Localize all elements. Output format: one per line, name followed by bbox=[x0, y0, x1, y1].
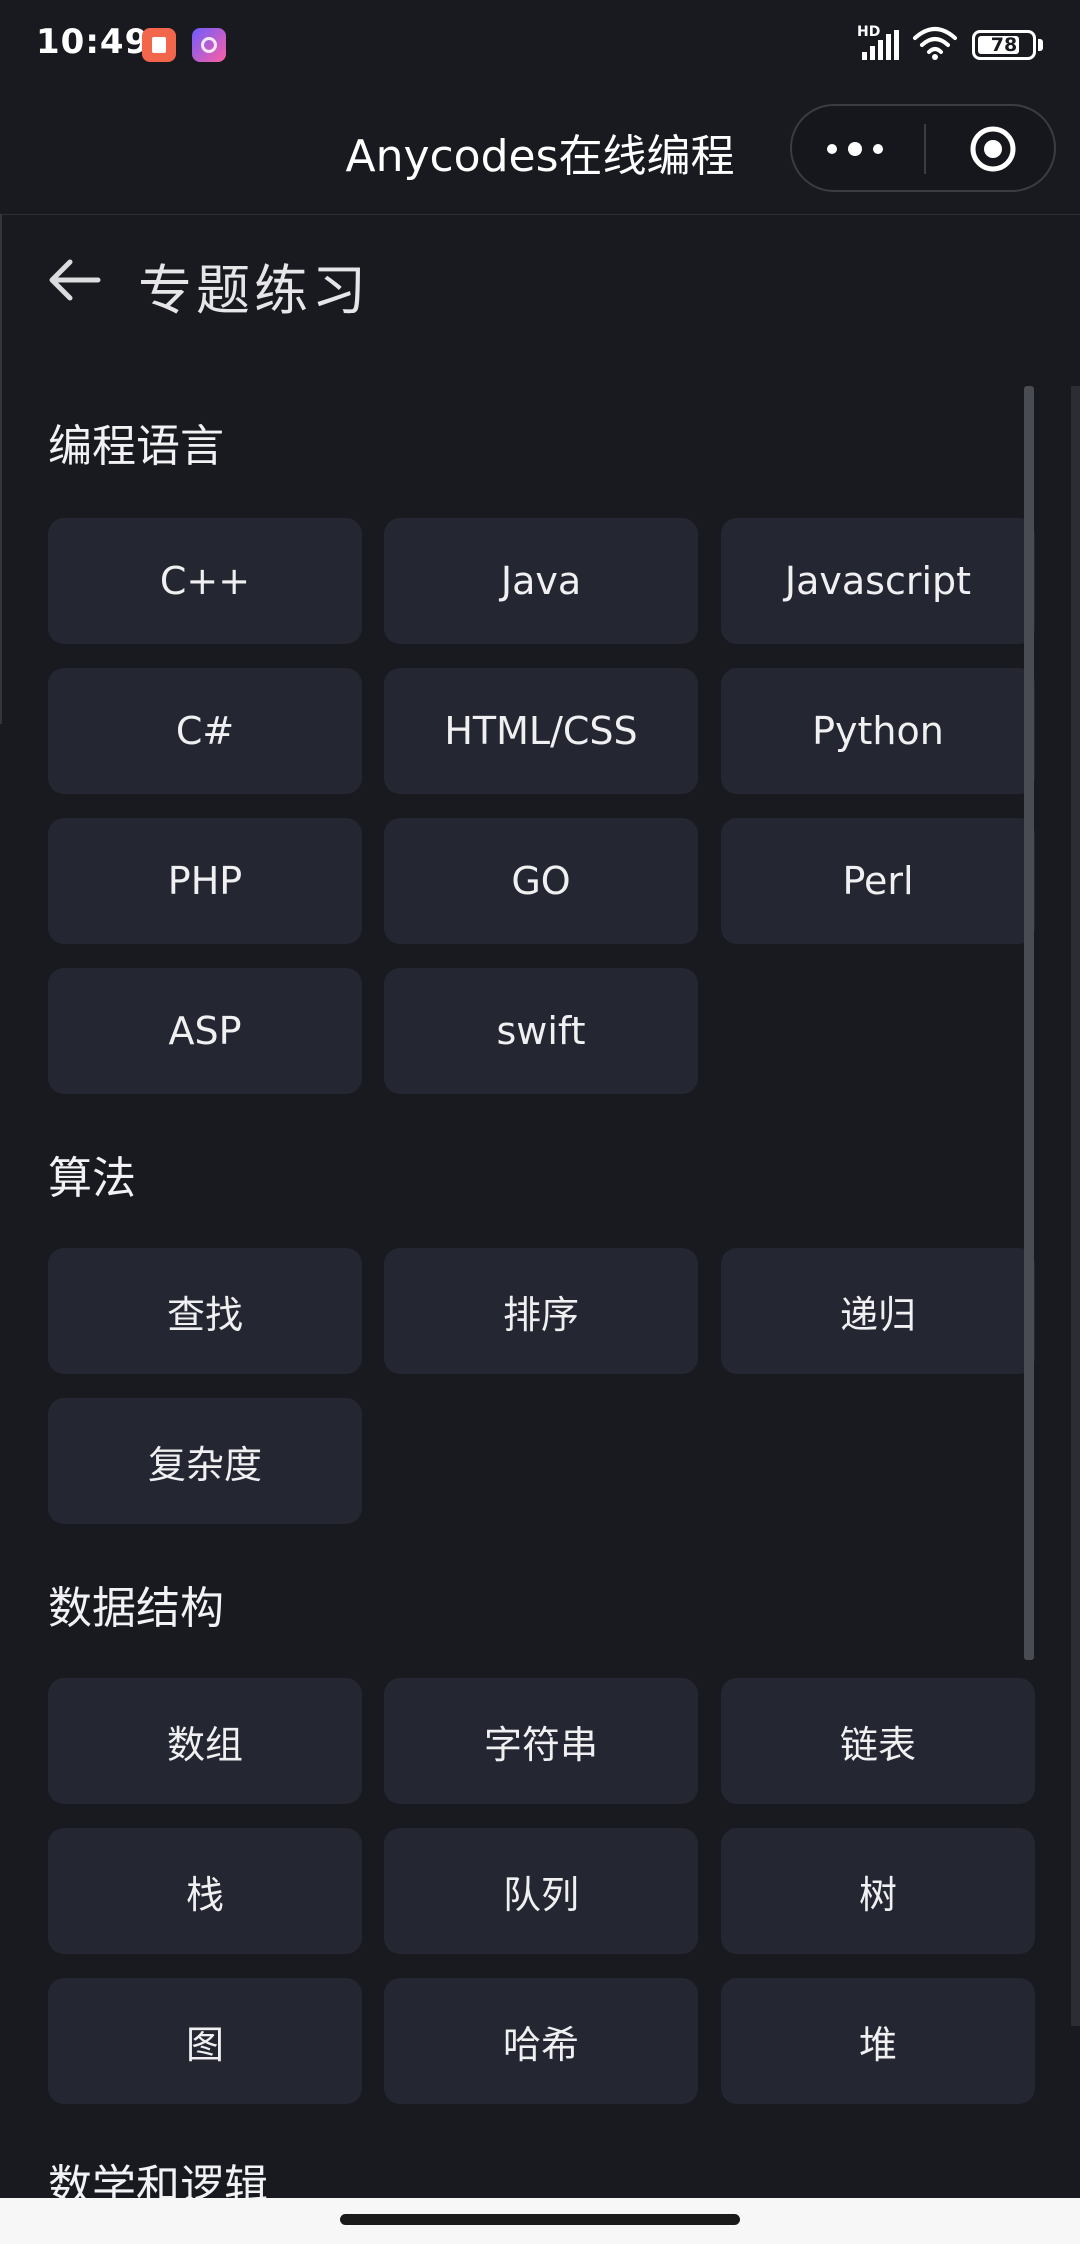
header-title: Anycodes在线编程 bbox=[345, 131, 735, 182]
topic-tile[interactable]: Javascript bbox=[721, 518, 1035, 644]
topic-tile[interactable]: GO bbox=[384, 818, 698, 944]
status-time: 10:49 bbox=[36, 22, 150, 62]
home-indicator[interactable] bbox=[340, 2214, 740, 2225]
topic-tile[interactable]: HTML/CSS bbox=[384, 668, 698, 794]
section-title-languages: 编程语言 bbox=[48, 421, 224, 472]
topic-tile[interactable]: 排序 bbox=[384, 1248, 698, 1374]
app-notification-icon-2 bbox=[192, 28, 226, 62]
topic-tile[interactable]: Python bbox=[721, 668, 1035, 794]
topic-tile[interactable]: 树 bbox=[721, 1828, 1035, 1954]
edge-line bbox=[0, 214, 2, 724]
topic-tile[interactable]: 哈希 bbox=[384, 1978, 698, 2104]
topic-tile[interactable]: 栈 bbox=[48, 1828, 362, 1954]
topic-tile[interactable]: 链表 bbox=[721, 1678, 1035, 1804]
topic-tile[interactable]: 堆 bbox=[721, 1978, 1035, 2104]
page-scrollbar[interactable] bbox=[1071, 386, 1080, 2026]
signal-icon bbox=[862, 30, 899, 60]
app-header: Anycodes在线编程 bbox=[0, 90, 1080, 214]
topic-tile[interactable]: PHP bbox=[48, 818, 362, 944]
topic-tile[interactable]: Perl bbox=[721, 818, 1035, 944]
topic-tile[interactable]: C++ bbox=[48, 518, 362, 644]
topic-tile[interactable]: 递归 bbox=[721, 1248, 1035, 1374]
topic-tile[interactable]: 数组 bbox=[48, 1678, 362, 1804]
topic-tile[interactable]: 复杂度 bbox=[48, 1398, 362, 1524]
battery-level: 78 bbox=[990, 34, 1018, 56]
more-icon[interactable] bbox=[822, 132, 888, 166]
capsule-divider bbox=[924, 124, 926, 174]
status-bar: 10:49 HD 78 bbox=[0, 0, 1080, 90]
topic-tile[interactable]: 字符串 bbox=[384, 1678, 698, 1804]
menu-capsule bbox=[790, 104, 1056, 192]
topic-tile[interactable]: C# bbox=[48, 668, 362, 794]
header-divider bbox=[0, 214, 1080, 215]
battery-icon: 78 bbox=[972, 30, 1036, 60]
section-title-algorithms: 算法 bbox=[48, 1153, 136, 1204]
gesture-bar bbox=[0, 2198, 1080, 2244]
topic-tile[interactable]: 队列 bbox=[384, 1828, 698, 1954]
battery-cap bbox=[1038, 39, 1043, 51]
section-title-data-structures: 数据结构 bbox=[48, 1583, 224, 1634]
page-title: 专题练习 bbox=[138, 259, 370, 322]
topic-tile[interactable]: Java bbox=[384, 518, 698, 644]
app-notification-icon bbox=[142, 28, 176, 62]
target-icon[interactable] bbox=[968, 124, 1018, 174]
back-arrow-icon[interactable] bbox=[44, 250, 104, 310]
topic-tile[interactable]: ASP bbox=[48, 968, 362, 1094]
topic-tile[interactable]: 图 bbox=[48, 1978, 362, 2104]
scrollbar[interactable] bbox=[1024, 386, 1034, 1660]
topic-tile[interactable]: swift bbox=[384, 968, 698, 1094]
wifi-icon bbox=[913, 27, 957, 60]
topic-tile[interactable]: 查找 bbox=[48, 1248, 362, 1374]
